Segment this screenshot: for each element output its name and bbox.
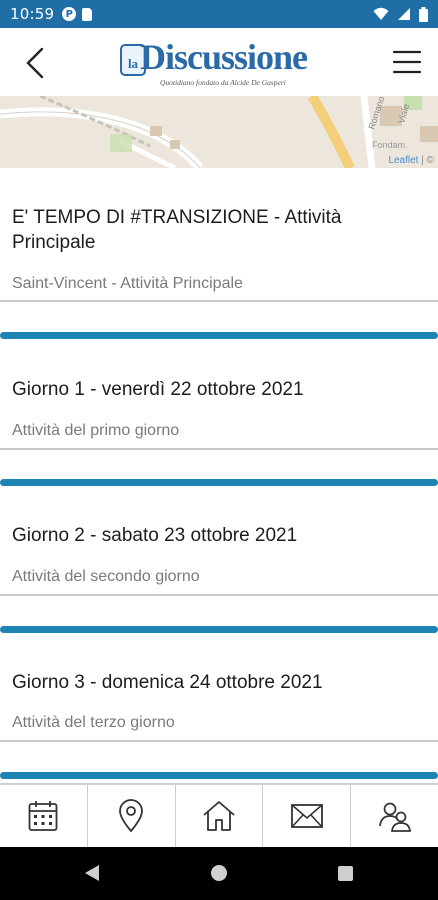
system-back-icon[interactable] xyxy=(84,864,100,882)
system-home-icon[interactable] xyxy=(211,865,227,881)
logo-word: Discussione xyxy=(140,37,308,77)
event-card-day-3[interactable]: Giorno 3 - domenica 24 ottobre 2021 Atti… xyxy=(0,633,438,779)
card-accent-bar xyxy=(0,772,438,779)
menu-button[interactable] xyxy=(392,48,422,76)
map-tiles: Romano Fondam. Viale xyxy=(0,96,438,168)
nav-home[interactable] xyxy=(176,785,264,847)
card-divider xyxy=(0,448,438,450)
card-subtitle: Attività del primo giorno xyxy=(12,422,180,439)
wifi-icon xyxy=(373,7,389,20)
map-view[interactable]: Romano Fondam. Viale Leaflet | © xyxy=(0,96,438,168)
system-navigation-bar xyxy=(0,847,438,900)
card-title: Giorno 3 - domenica 24 ottobre 2021 xyxy=(12,672,323,693)
card-divider xyxy=(0,594,438,596)
card-subtitle: Attività del terzo giorno xyxy=(12,714,175,731)
card-divider xyxy=(0,300,438,302)
chevron-left-icon xyxy=(26,47,44,79)
calendar-icon xyxy=(28,801,58,831)
p-circle-icon: P xyxy=(62,7,77,21)
card-title: E' TEMPO DI #TRANSIZIONE - Attività Prin… xyxy=(12,207,342,253)
back-button[interactable] xyxy=(18,46,52,80)
card-title: Giorno 1 - venerdì 22 ottobre 2021 xyxy=(12,379,304,400)
system-recents-icon[interactable] xyxy=(338,866,353,881)
home-icon xyxy=(203,801,235,831)
hamburger-menu-icon xyxy=(392,50,422,74)
sd-card-icon xyxy=(82,7,93,21)
map-pin-icon xyxy=(119,799,144,833)
card-accent-bar xyxy=(0,332,438,339)
card-subtitle: Attività del secondo giorno xyxy=(12,568,200,585)
event-card-main[interactable]: E' TEMPO DI #TRANSIZIONE - Attività Prin… xyxy=(0,168,438,339)
card-title: Giorno 2 - sabato 23 ottobre 2021 xyxy=(12,525,298,546)
nav-location[interactable] xyxy=(88,785,176,847)
card-subtitle: Saint-Vincent - Attività Principale xyxy=(12,275,243,292)
bottom-navigation xyxy=(0,783,438,847)
app-logo[interactable]: la Discussione Quotidiano fondato da Alc… xyxy=(118,37,322,90)
nav-mail[interactable] xyxy=(263,785,352,847)
event-card-day-1[interactable]: Giorno 1 - venerdì 22 ottobre 2021 Attiv… xyxy=(0,340,438,486)
card-accent-bar xyxy=(0,626,438,633)
map-attribution: Leaflet | © xyxy=(388,155,434,166)
card-accent-bar xyxy=(0,479,438,486)
signal-icon xyxy=(398,8,410,20)
map-label-2: Fondam. xyxy=(372,140,408,150)
nav-calendar[interactable] xyxy=(0,785,88,847)
app-header: la Discussione Quotidiano fondato da Alc… xyxy=(0,28,438,96)
card-divider xyxy=(0,740,438,742)
envelope-icon xyxy=(290,804,323,828)
status-bar: 10:59 P xyxy=(0,0,438,28)
attribution-copyright: | © xyxy=(418,155,434,166)
nav-people[interactable] xyxy=(351,785,438,847)
status-time: 10:59 xyxy=(10,5,55,23)
logo-tagline: Quotidiano fondato da Alcide De Gasperi xyxy=(160,78,286,87)
battery-icon xyxy=(419,6,428,22)
users-icon xyxy=(378,802,411,832)
leaflet-link[interactable]: Leaflet xyxy=(388,155,418,166)
event-card-day-2[interactable]: Giorno 2 - sabato 23 ottobre 2021 Attivi… xyxy=(0,486,438,633)
